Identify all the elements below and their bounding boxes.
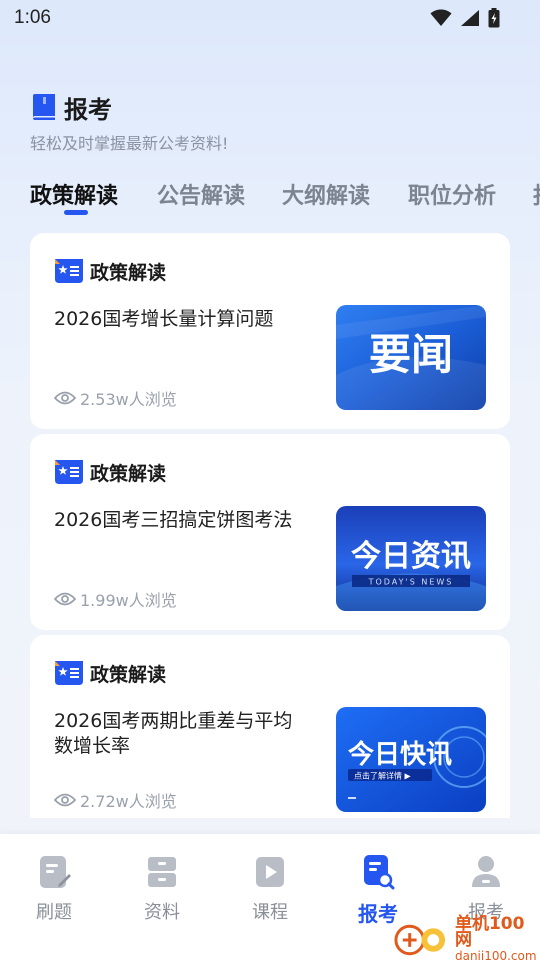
policy-badge-icon [55,661,83,685]
watermark-logo-icon [394,924,446,956]
eye-icon [54,793,76,807]
thumbnail-subtext: 点击了解详情 ▶ [354,771,412,781]
card-thumbnail: 今日快讯 点击了解详情 ▶ [336,707,486,812]
person-icon [472,856,500,887]
nav-label: 课程 [252,902,288,923]
tab-more[interactable]: 报 [533,178,540,210]
site-watermark: 单机100网 danji100.com [392,916,540,960]
folder-icon [148,857,176,887]
card-title: 2026国考两期比重差与平均数增长率 [54,710,293,757]
article-card[interactable]: 政策解读 2026国考两期比重差与平均数增长率 2.72w人浏览 今日快讯 点击… [30,635,510,818]
thumbnail-subtext: TODAY'S NEWS [368,578,454,587]
tab-position[interactable]: 职位分析 [408,178,496,210]
card-thumbnail: 要闻 [336,305,486,410]
play-icon [256,857,284,887]
card-views: 1.99w人浏览 [54,587,177,611]
status-bar: 1:06 [0,0,540,36]
page-subtitle: 轻松及时掌握最新公考资料! [30,134,229,153]
article-card[interactable]: 政策解读 2026国考三招搞定饼图考法 1.99w人浏览 今日资讯 TODAY'… [30,434,510,630]
tab-syllabus[interactable]: 大纲解读 [282,178,370,210]
card-title: 2026国考三招搞定饼图考法 [54,509,293,531]
tab-indicator [64,210,88,215]
page-title: 报考 [64,96,112,124]
card-category-label: 政策解读 [90,462,167,485]
status-icons [430,8,500,28]
status-time: 1:06 [14,7,51,28]
watermark-name: 单机100网 [454,914,525,950]
card-category: 政策解读 [54,257,166,285]
eye-icon [54,391,76,405]
nav-label: 刷题 [36,902,72,923]
tab-policy[interactable]: 政策解读 [30,178,118,210]
page-header: 报考 [30,90,112,125]
nav-item-materials[interactable]: 资料 [108,854,216,924]
battery-icon [488,8,500,28]
eye-icon [54,592,76,606]
search-doc-icon [364,855,395,890]
thumbnail-text: 今日快讯 [348,739,452,770]
signal-icon [461,10,479,26]
card-category-label: 政策解读 [90,663,167,686]
tab-announcement[interactable]: 公告解读 [157,178,245,210]
book-logo-icon [33,93,55,120]
thumbnail-text: 今日资讯 [351,539,471,574]
card-category: 政策解读 [54,659,166,687]
nav-item-courses[interactable]: 课程 [216,854,324,924]
nav-label: 资料 [144,902,180,923]
card-category: 政策解读 [54,458,166,486]
watermark-url: danji100.com [454,949,537,960]
card-thumbnail: 今日资讯 TODAY'S NEWS [336,506,486,611]
thumbnail-text: 要闻 [369,330,453,379]
card-title: 2026国考增长量计算问题 [54,308,274,330]
policy-badge-icon [55,259,83,283]
article-list: 政策解读 2026国考增长量计算问题 2.53w人浏览 要闻 政策解读 2026… [30,233,510,818]
card-views-count: 1.99w人浏览 [80,591,177,610]
policy-badge-icon [55,460,83,484]
card-category-label: 政策解读 [90,261,167,284]
card-views: 2.72w人浏览 [54,788,177,812]
article-card[interactable]: 政策解读 2026国考增长量计算问题 2.53w人浏览 要闻 [30,233,510,429]
wifi-icon [430,9,452,26]
card-views-count: 2.72w人浏览 [80,792,177,811]
card-views-count: 2.53w人浏览 [80,390,177,409]
card-views: 2.53w人浏览 [54,386,177,410]
edit-note-icon [40,856,71,888]
nav-item-practice[interactable]: 刷题 [0,854,108,924]
